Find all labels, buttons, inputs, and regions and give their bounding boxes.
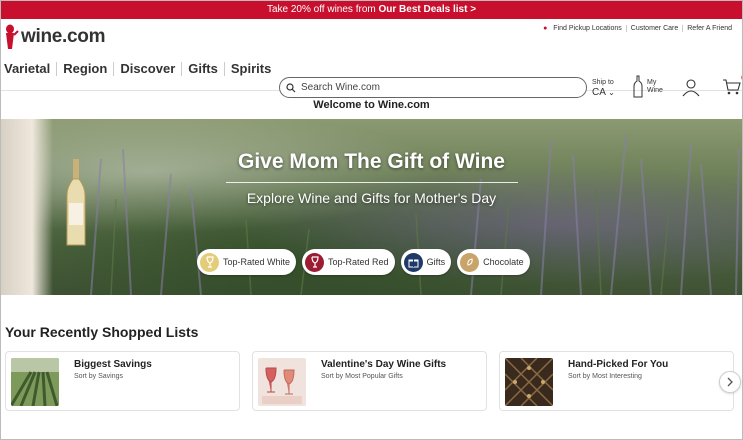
pill-gifts[interactable]: Gifts (400, 249, 452, 275)
pill-top-rated-red[interactable]: Top-Rated Red (302, 249, 395, 275)
wine-bottle-hand-icon (633, 75, 643, 98)
nav-discover[interactable]: Discover (113, 62, 181, 76)
search-icon (286, 82, 296, 92)
wine-rack-image (505, 358, 553, 406)
card-title: Biggest Savings (74, 359, 152, 370)
search-input[interactable] (301, 82, 571, 93)
cart-icon (723, 79, 741, 95)
promo-text: Take 20% off wines from (266, 4, 379, 15)
card-subtitle: Sort by Savings (74, 373, 124, 380)
hero-subtitle: Explore Wine and Gifts for Mother's Day (246, 190, 497, 206)
gift-icon (403, 252, 423, 272)
white-wine-glass-icon (200, 252, 219, 272)
hero-category-pills: Top-Rated White Top-Rated Red Gifts Choc… (197, 249, 536, 275)
hero-banner[interactable]: Give Mom The Gift of Wine Explore Wine a… (1, 119, 742, 295)
promo-link[interactable]: Our Best Deals list > (379, 4, 477, 15)
chevron-right-icon (727, 377, 733, 387)
vineyard-image (11, 358, 59, 406)
wine-com-logo[interactable]: wine.com (3, 23, 105, 51)
my-wine-label-1: My (647, 79, 657, 86)
red-wine-glass-icon (305, 252, 325, 272)
card-title: Valentine's Day Wine Gifts (321, 359, 447, 370)
refer-friend-link[interactable]: Refer A Friend (682, 25, 736, 32)
card-subtitle: Sort by Most Interesting (568, 373, 642, 380)
nav-varietal[interactable]: Varietal (4, 62, 56, 76)
hero-title: Give Mom The Gift of Wine (238, 150, 505, 173)
cart-button[interactable]: 0 (722, 75, 742, 101)
pill-label: Top-Rated White (223, 257, 291, 267)
ship-to-state: CA (592, 87, 606, 98)
user-icon (682, 79, 700, 97)
card-title: Hand-Picked For You (568, 359, 669, 370)
main-nav: Varietal Region Discover Gifts Spirits (4, 62, 277, 76)
nav-region[interactable]: Region (56, 62, 113, 76)
carousel-next-button[interactable] (719, 371, 741, 393)
pill-label: Chocolate (483, 257, 524, 267)
pill-label: Gifts (426, 257, 446, 267)
search-box[interactable] (279, 77, 587, 98)
pill-top-rated-white[interactable]: Top-Rated White (197, 249, 297, 275)
chocolate-icon (460, 252, 480, 272)
account-button[interactable] (681, 77, 701, 102)
pill-label: Top-Rated Red (328, 257, 389, 267)
site-header: wine.com ● Find Pickup Locations Customer… (1, 19, 742, 98)
recently-shopped-title: Your Recently Shopped Lists (5, 324, 199, 340)
nav-spirits[interactable]: Spirits (223, 62, 277, 76)
valentines-wine-image (258, 358, 306, 406)
list-card-valentines-gifts[interactable]: Valentine's Day Wine Gifts Sort by Most … (252, 351, 487, 411)
nav-gifts[interactable]: Gifts (181, 62, 224, 76)
ship-to-selector[interactable]: Ship to CA ⌄ (592, 79, 615, 99)
find-pickup-link[interactable]: ● Find Pickup Locations (535, 25, 626, 32)
my-wine-label-2: Wine (647, 87, 663, 94)
card-subtitle: Sort by Most Popular Gifts (321, 373, 403, 380)
location-pin-icon: ● (543, 25, 548, 32)
logo-mark-icon (6, 24, 19, 49)
ship-to-label: Ship to (592, 79, 614, 86)
utility-links: ● Find Pickup Locations Customer Care Ref… (535, 25, 736, 32)
logo-text: wine.com (21, 26, 106, 47)
promo-banner[interactable]: Take 20% off wines from Our Best Deals l… (1, 1, 742, 19)
list-card-biggest-savings[interactable]: Biggest Savings Sort by Savings (5, 351, 240, 411)
pill-chocolate[interactable]: Chocolate (457, 249, 530, 275)
my-wine-link[interactable]: My Wine (631, 75, 663, 99)
page: Take 20% off wines from Our Best Deals l… (0, 0, 743, 440)
hero-person-arm (1, 119, 53, 295)
list-card-hand-picked[interactable]: Hand-Picked For You Sort by Most Interes… (499, 351, 734, 411)
recent-lists: Biggest Savings Sort by Savings Valentin… (5, 351, 742, 411)
chevron-down-icon: ⌄ (608, 88, 615, 97)
hero-divider (226, 182, 518, 183)
customer-care-link[interactable]: Customer Care (625, 25, 682, 32)
